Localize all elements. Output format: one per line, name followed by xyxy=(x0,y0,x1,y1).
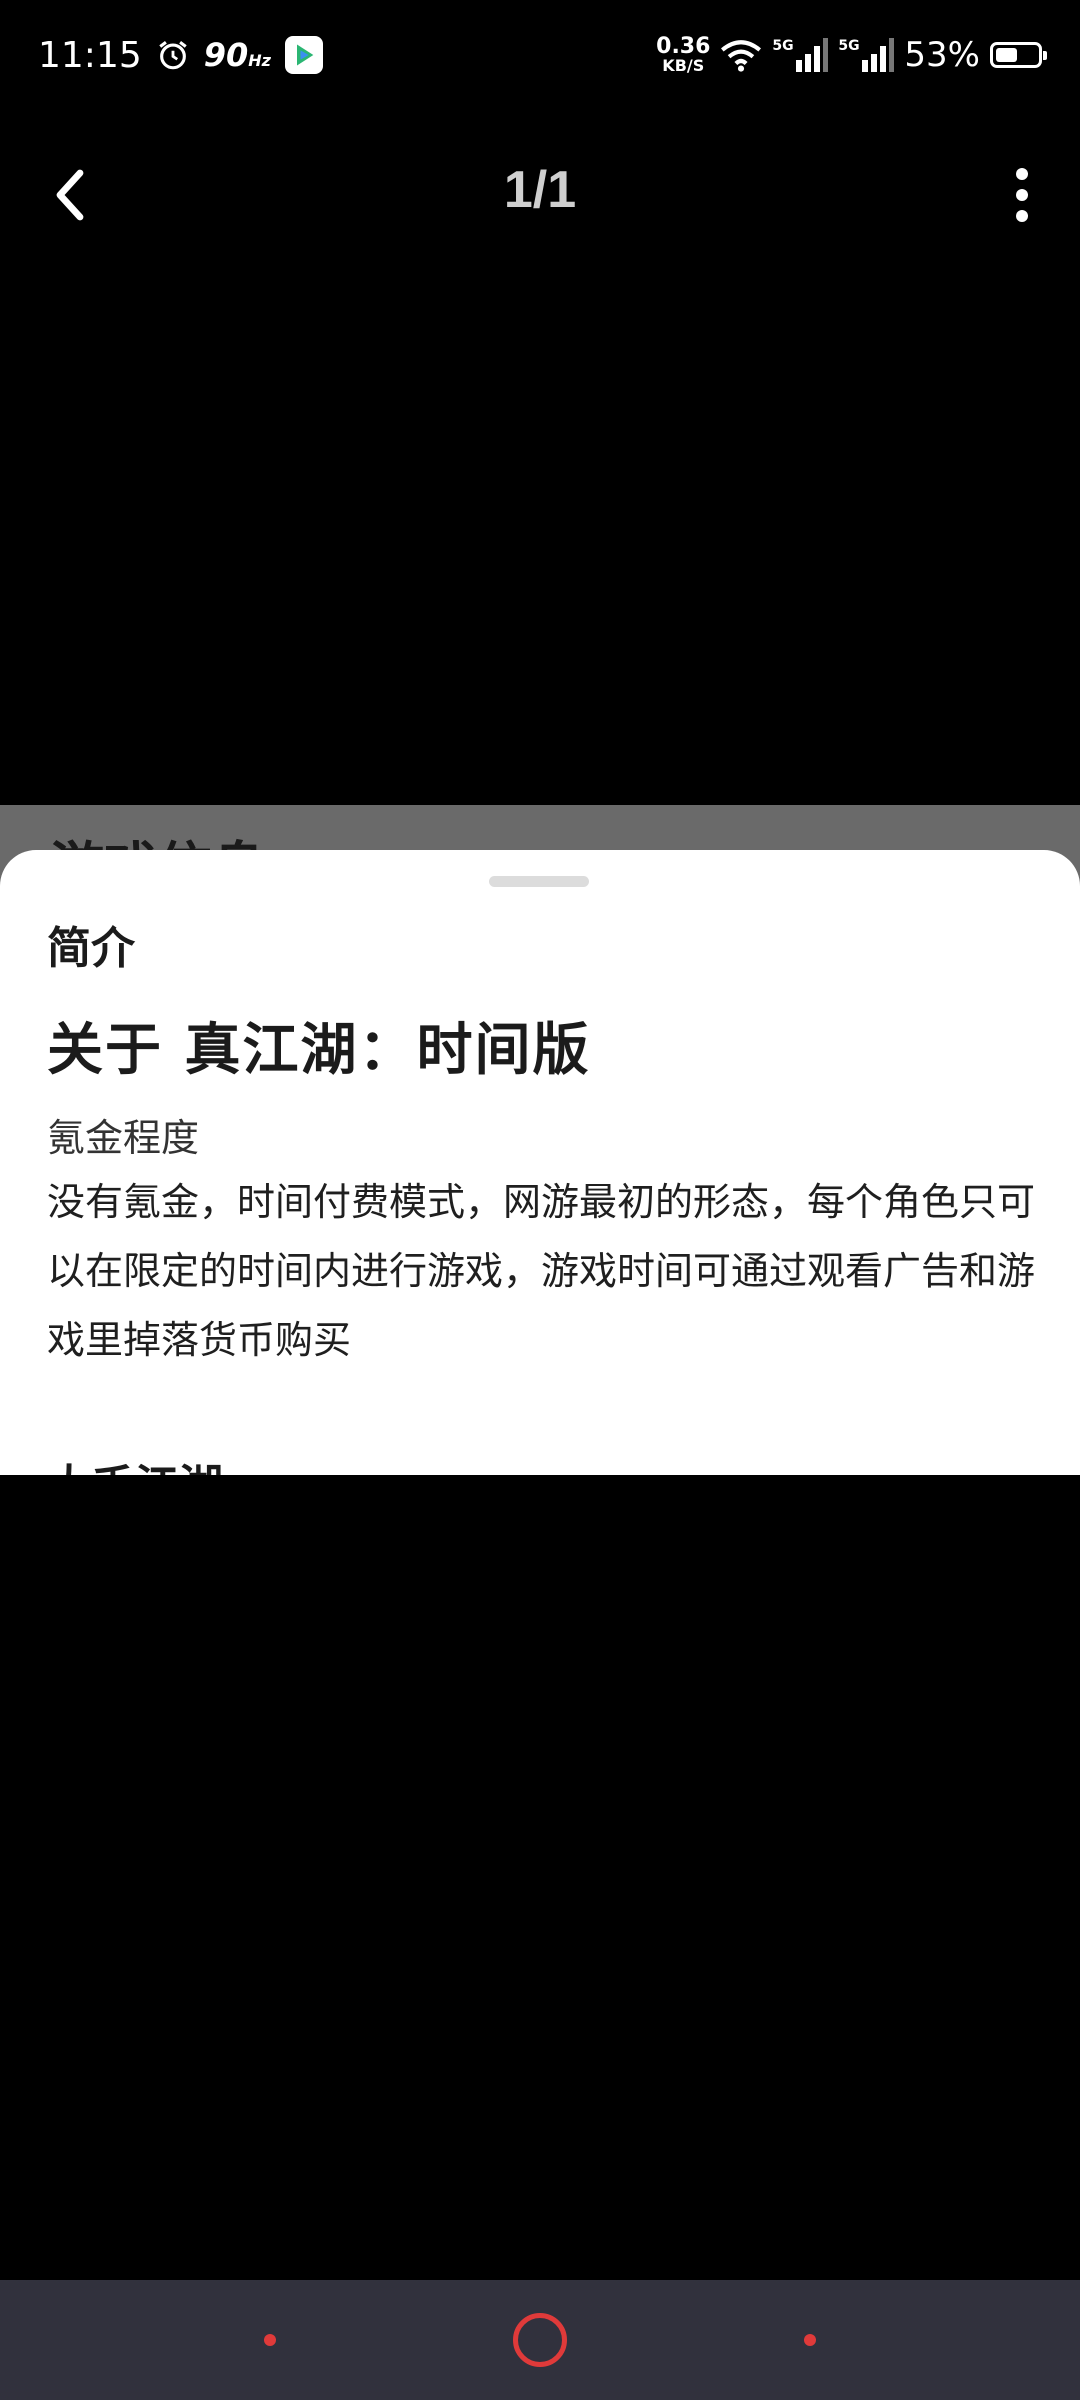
battery-icon xyxy=(990,42,1047,68)
sheet-subheading: 氪金程度 xyxy=(47,1116,200,1160)
refresh-rate-unit: Hz xyxy=(248,51,271,70)
home-button[interactable] xyxy=(513,2313,567,2367)
bottom-navigation-bar xyxy=(0,2280,1080,2400)
sheet-body-text: 没有氪金，时间付费模式，网游最初的形态，每个角色只可以在限定的时间内进行游戏，游… xyxy=(47,1180,1036,1362)
play-icon xyxy=(296,44,314,66)
recents-button[interactable] xyxy=(264,2334,276,2346)
battery-fill xyxy=(996,48,1018,62)
sheet-drag-handle[interactable] xyxy=(489,876,589,887)
more-options-button[interactable] xyxy=(992,162,1052,228)
top-navigation: 1/1 xyxy=(0,140,1080,250)
wifi-icon xyxy=(721,40,762,72)
signal-sim2: 5G xyxy=(838,38,895,72)
refresh-rate-indicator: 90Hz xyxy=(204,36,271,74)
viewed-image[interactable]: 游戏信息 简介 关于 真江湖：时间版 氪金程度 没有氪金，时间付费模式，网游最初… xyxy=(0,805,1080,1475)
network-speed-unit: KB/S xyxy=(662,56,705,75)
more-dot-icon xyxy=(1016,189,1028,201)
refresh-rate-value: 90 xyxy=(203,36,249,74)
intro-bottom-sheet: 简介 关于 真江湖：时间版 氪金程度 没有氪金，时间付费模式，网游最初的形态，每… xyxy=(0,850,1080,1475)
sheet-heading: 关于 真江湖：时间版 xyxy=(47,1017,591,1083)
status-left: 11:15 90Hz xyxy=(38,35,323,76)
network-speed: 0.36 KB/S xyxy=(656,36,710,74)
signal-sim1-label: 5G xyxy=(772,38,794,54)
more-dot-icon xyxy=(1016,168,1028,180)
status-time: 11:15 xyxy=(38,34,142,76)
signal-sim2-label: 5G xyxy=(838,38,860,54)
status-bar: 11:15 90Hz 0.36 KB/S 5G 5G 53% xyxy=(0,0,1080,110)
battery-percent: 53% xyxy=(904,35,980,75)
more-dot-icon xyxy=(1016,210,1028,222)
signal-sim1: 5G xyxy=(772,38,829,72)
back-nav-button[interactable] xyxy=(804,2334,816,2346)
video-app-icon xyxy=(284,36,323,74)
status-right: 0.36 KB/S 5G 5G 53% xyxy=(656,35,1047,75)
network-speed-value: 0.36 xyxy=(656,34,711,59)
alarm-icon xyxy=(159,41,187,70)
sheet-title: 简介 xyxy=(47,923,135,974)
page-counter: 1/1 xyxy=(503,161,577,219)
next-section-title: 大千江湖 xyxy=(47,1450,223,1475)
